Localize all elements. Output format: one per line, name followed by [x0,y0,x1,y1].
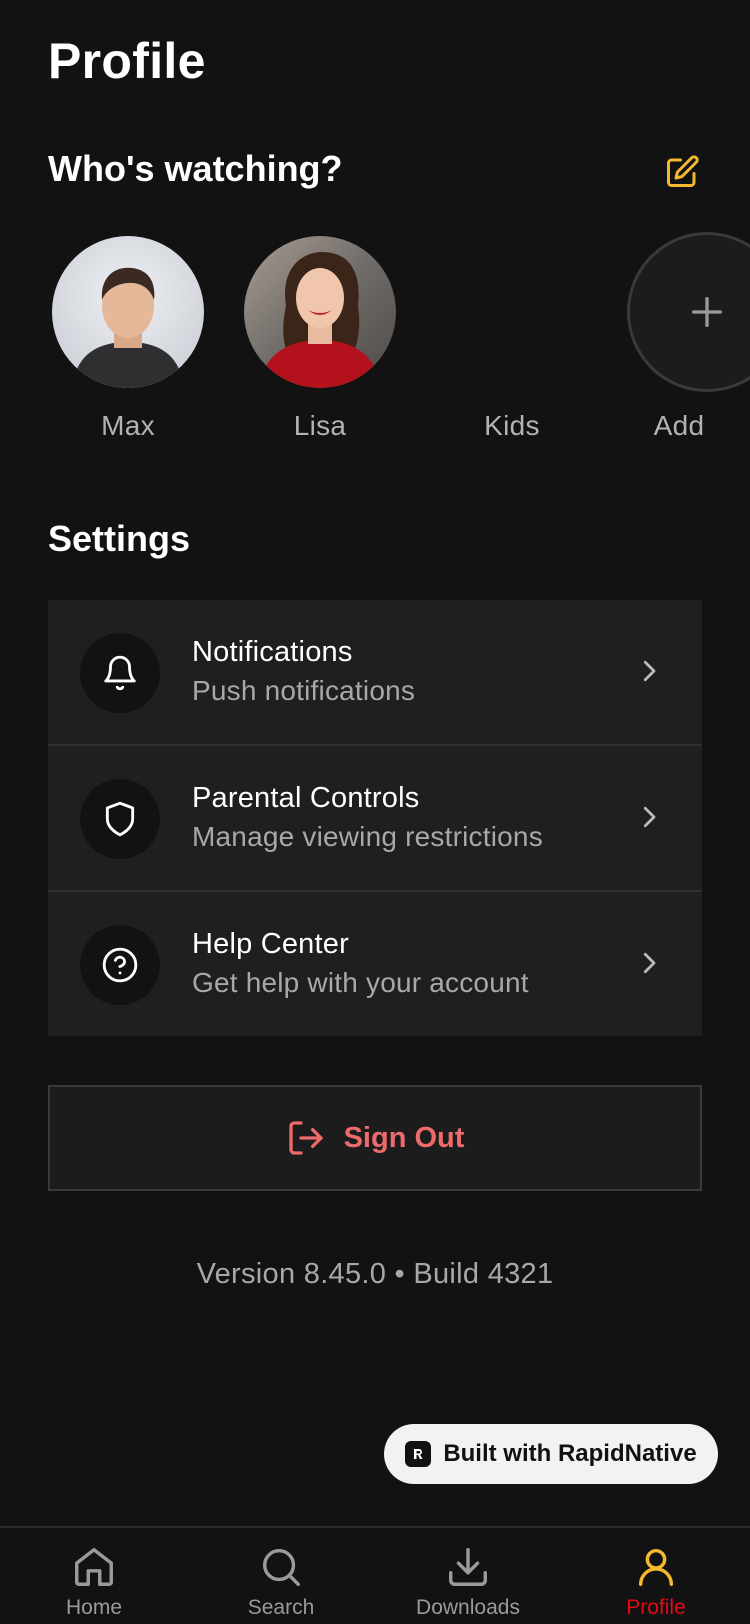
settings-title: Settings [48,518,191,559]
setting-icon-wrap [80,925,160,1005]
help-circle-icon [102,947,138,983]
edit-icon [667,155,699,187]
whos-watching-title: Who's watching? [48,148,343,189]
search-icon [262,1548,300,1586]
user-icon [638,1548,674,1586]
settings-item-parental-controls[interactable]: Parental Controls Manage viewing restric… [48,746,702,892]
setting-subtitle: Push notifications [192,675,416,706]
setting-icon-wrap [80,779,160,859]
setting-title: Notifications [192,636,353,668]
chevron-right-icon [643,660,656,682]
built-with-label: Built with RapidNative [443,1440,697,1467]
nav-label: Search [247,1596,315,1619]
profile-name: Max [101,410,155,441]
sign-out-label: Sign Out [343,1121,465,1154]
avatar-max-image [52,236,204,388]
add-profile[interactable]: Add [627,232,750,442]
settings-list: Notifications Push notifications Parenta… [48,600,702,1036]
version-text: Version 8.45.0 • Build 4321 [196,1258,554,1290]
profile-lisa[interactable]: Lisa [244,236,396,442]
settings-item-help-center[interactable]: Help Center Get help with your account [48,892,702,1034]
download-icon [449,1548,487,1586]
nav-search[interactable]: Search [201,1544,361,1620]
home-icon [75,1548,113,1586]
setting-title: Help Center [192,928,349,960]
chevron-right-icon [643,806,656,828]
nav-label: Profile [626,1596,686,1619]
nav-label: Downloads [416,1596,520,1619]
profile-max[interactable]: Max [52,236,204,442]
settings-item-notifications[interactable]: Notifications Push notifications [48,600,702,746]
avatar-max[interactable] [52,236,204,388]
rapidnative-logo-icon [405,1441,432,1467]
nav-label: Home [65,1596,123,1619]
setting-icon-wrap [80,633,160,713]
built-with-badge[interactable]: Built with RapidNative [384,1424,718,1484]
profile-name: Lisa [293,410,347,441]
bottom-navigation: Home Search Downloads Profile [0,1526,750,1624]
avatar-kids[interactable] [436,236,588,388]
nav-downloads[interactable]: Downloads [388,1544,548,1620]
profile-name: Kids [484,410,540,441]
setting-subtitle: Get help with your account [192,967,529,998]
profile-name: Add [653,410,705,441]
edit-profiles-button[interactable] [662,152,702,192]
profile-kids[interactable]: Kids [436,236,588,442]
log-out-icon [288,1121,323,1155]
profile-screen: Profile Who's watching? Max Lisa Kids Ad… [0,0,750,1624]
sign-out-button[interactable]: Sign Out [48,1085,702,1191]
chevron-right-icon [643,952,656,974]
nav-profile[interactable]: Profile [576,1544,736,1620]
nav-home[interactable]: Home [14,1544,174,1620]
setting-title: Parental Controls [192,782,420,814]
add-profile-button[interactable] [627,232,750,392]
plus-icon [692,297,722,327]
setting-subtitle: Manage viewing restrictions [192,821,543,852]
avatar-lisa[interactable] [244,236,396,388]
avatar-lisa-image [244,236,396,388]
bell-icon [104,655,136,691]
page-title: Profile [48,33,206,89]
shield-icon [105,801,135,837]
